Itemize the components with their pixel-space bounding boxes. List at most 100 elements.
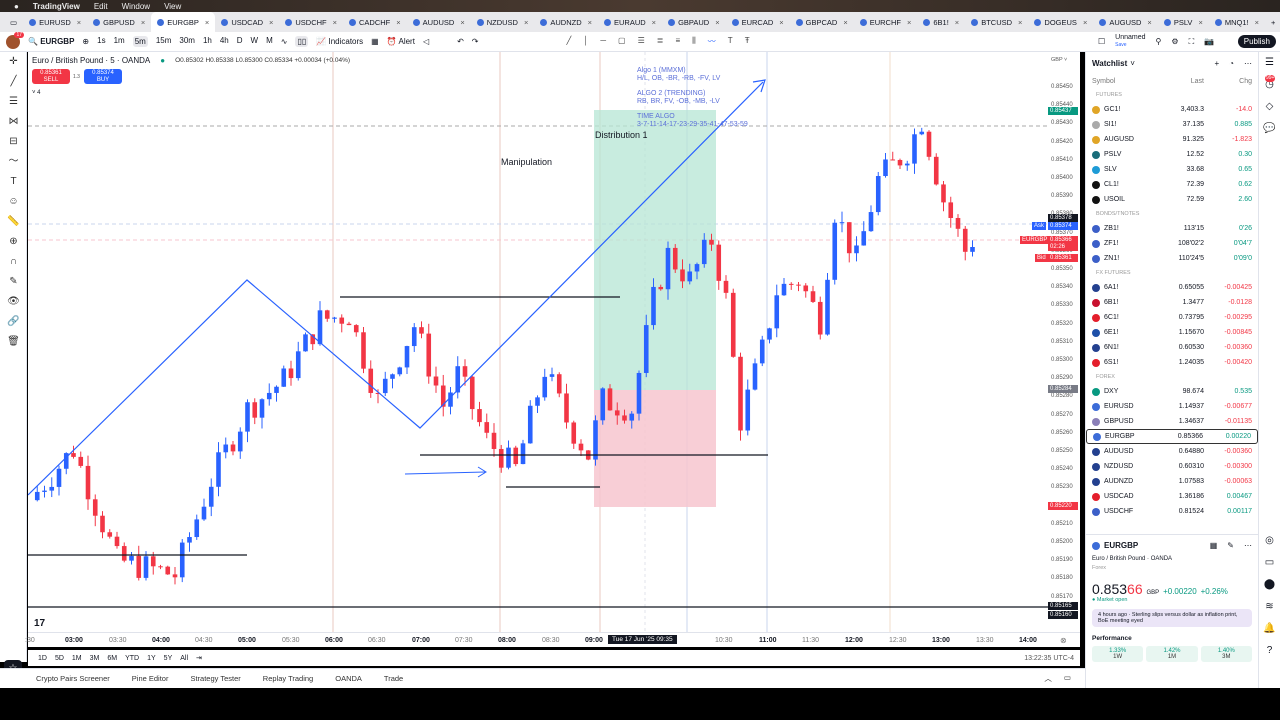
horizontal-ray-icon[interactable]: ─ xyxy=(600,36,606,47)
watchlist-row[interactable]: 6C1! 0.73795 -0.00295 xyxy=(1086,310,1258,325)
avatar[interactable]: 17 xyxy=(6,31,24,49)
alerts-bell-icon[interactable]: 🔔 xyxy=(1259,618,1280,640)
goto-date-icon[interactable]: ⇥ xyxy=(196,654,202,662)
close-icon[interactable]: × xyxy=(843,18,847,27)
watchlist-row[interactable]: CL1! 72.39 0.62 xyxy=(1086,177,1258,192)
close-icon[interactable]: × xyxy=(1083,18,1087,27)
watchlist-row[interactable]: 6B1! 1.3477 -0.0128 xyxy=(1086,295,1258,310)
watchlist-row[interactable]: GC1! 3,403.3 -14.0 xyxy=(1086,102,1258,117)
watchlist-section-header[interactable]: FOREX xyxy=(1086,370,1258,384)
watchlist-row[interactable]: ZF1! 108'02'2 0'04'7 xyxy=(1086,236,1258,251)
pencil-lock-icon[interactable]: ✎ xyxy=(0,272,27,292)
close-icon[interactable]: × xyxy=(396,18,400,27)
symbol-search[interactable]: 🔍 EURGBP xyxy=(28,37,74,46)
tab-cadchf[interactable]: CADCHF × xyxy=(343,12,407,32)
help-icon[interactable]: ? xyxy=(1259,640,1280,662)
tab-usdcad[interactable]: USDCAD × xyxy=(215,12,279,32)
apple-icon[interactable]: ● xyxy=(14,2,19,11)
ideas-icon[interactable]: ◷ 99+ xyxy=(1259,74,1280,96)
watchlist-row[interactable]: 6S1! 1.24035 -0.00420 xyxy=(1086,355,1258,370)
close-icon[interactable]: × xyxy=(1198,18,1202,27)
zoom-icon[interactable]: ⊕ xyxy=(0,232,27,252)
add-symbol-icon[interactable]: + xyxy=(1214,59,1219,68)
undo-icon[interactable]: ↶ xyxy=(457,37,464,46)
bottom-tab-pine-editor[interactable]: Pine Editor xyxy=(132,674,169,683)
chart-canvas[interactable] xyxy=(28,52,1078,632)
interval-M[interactable]: M xyxy=(266,36,273,47)
watchlist-row[interactable]: USDCAD 1.36186 0.00467 xyxy=(1086,489,1258,504)
note-icon[interactable]: Ŧ xyxy=(745,36,750,47)
watchlist-row[interactable]: DXY 98.674 0.535 xyxy=(1086,384,1258,399)
new-tab-button[interactable]: + xyxy=(1265,12,1280,32)
tab-pslv[interactable]: PSLV × xyxy=(1158,12,1209,32)
watchlist-row[interactable]: 6N1! 0.60530 -0.00360 xyxy=(1086,340,1258,355)
edit-icon[interactable]: ✎ xyxy=(1227,541,1234,550)
range-1d[interactable]: 1D xyxy=(38,655,47,662)
chart-pie-icon[interactable]: ◔ xyxy=(1229,59,1234,68)
watchlist-row[interactable]: 6A1! 0.65055 -0.00425 xyxy=(1086,280,1258,295)
indicators-button[interactable]: 📈 Indicators xyxy=(316,37,363,46)
range-icon[interactable]: ⫼ xyxy=(692,36,696,47)
menu-view[interactable]: View xyxy=(164,2,181,11)
trash-icon[interactable]: 🗑 xyxy=(0,332,27,352)
close-icon[interactable]: × xyxy=(1147,18,1151,27)
magnet-icon[interactable]: ∩ xyxy=(0,252,27,272)
chat-icon[interactable]: 💬 xyxy=(1259,118,1280,140)
emoji-icon[interactable]: ☺ xyxy=(0,192,27,212)
tab-euraud[interactable]: EURAUD × xyxy=(598,12,662,32)
bottom-tab-trade[interactable]: Trade xyxy=(384,674,403,683)
vertical-line-icon[interactable]: │ xyxy=(583,36,588,47)
tab-gbpcad[interactable]: GBPCAD × xyxy=(790,12,854,32)
camera-icon[interactable]: 📷 xyxy=(1204,37,1214,46)
maximize-panel-icon[interactable]: ▭ xyxy=(1064,673,1071,684)
watchlist-row[interactable]: ZN1! 110'24'5 0'09'0 xyxy=(1086,251,1258,266)
channel-icon[interactable]: ≣ xyxy=(657,36,664,47)
feed-icon[interactable]: ≋ xyxy=(1259,596,1280,618)
grid-icon[interactable]: ▦ xyxy=(1210,541,1218,550)
settings-icon[interactable]: ⚙ xyxy=(1171,37,1178,46)
pattern-icon[interactable]: ⋈ xyxy=(0,112,27,132)
apps-grid-icon[interactable]: ⬤ xyxy=(1259,574,1280,596)
range-5y[interactable]: 5Y xyxy=(164,655,173,662)
close-icon[interactable]: × xyxy=(955,18,959,27)
bottom-tab-replay-trading[interactable]: Replay Trading xyxy=(263,674,313,683)
performance-tile[interactable]: 1.40% 3M xyxy=(1200,646,1252,662)
path-icon[interactable]: 〰 xyxy=(708,36,716,47)
watchlist-row[interactable]: PSLV 12.52 0.30 xyxy=(1086,147,1258,162)
replay-icon[interactable]: ◁ xyxy=(423,37,429,46)
range-all[interactable]: All xyxy=(180,655,188,662)
close-icon[interactable]: × xyxy=(1255,18,1259,27)
publish-button[interactable]: Publish xyxy=(1237,35,1276,48)
bottom-tab-strategy-tester[interactable]: Strategy Tester xyxy=(190,674,240,683)
range-1m[interactable]: 1M xyxy=(72,655,82,662)
bottom-tab-crypto-pairs-screener[interactable]: Crypto Pairs Screener xyxy=(36,674,110,683)
watchlist-row[interactable]: 6E1! 1.15670 -0.00845 xyxy=(1086,325,1258,340)
watchlist-section-header[interactable]: BONDS/TNOTES xyxy=(1086,207,1258,221)
close-icon[interactable]: × xyxy=(715,18,719,27)
watchlist-row[interactable]: EURGBP 0.85366 0.00220 xyxy=(1086,429,1258,444)
detail-name[interactable]: Euro / British Pound · OANDA xyxy=(1092,556,1252,562)
close-icon[interactable]: × xyxy=(460,18,464,27)
tab-eurusd[interactable]: EURUSD × xyxy=(23,12,87,32)
interval-1s[interactable]: 1s xyxy=(97,36,105,47)
watchlist-row[interactable]: AUDUSD 0.64880 -0.00360 xyxy=(1086,444,1258,459)
close-icon[interactable]: × xyxy=(652,18,656,27)
menu-edit[interactable]: Edit xyxy=(94,2,108,11)
tab-6b1[interactable]: 6B1! × xyxy=(917,12,965,32)
tab-gbpusd[interactable]: GBPUSD × xyxy=(87,12,151,32)
tab-dogeus[interactable]: DOGEUS × xyxy=(1028,12,1093,32)
close-icon[interactable]: × xyxy=(141,18,145,27)
interval-4h[interactable]: 4h xyxy=(220,36,229,47)
close-icon[interactable]: × xyxy=(779,18,783,27)
tab-audusd[interactable]: AUDUSD × xyxy=(407,12,471,32)
close-icon[interactable]: × xyxy=(333,18,337,27)
chart-pane[interactable]: Euro / British Pound · 5 · OANDA ● O0.85… xyxy=(28,52,1078,632)
symbol-title[interactable]: Euro / British Pound · 5 · OANDA xyxy=(32,56,150,65)
watchlist-row[interactable]: USOIL 72.59 2.60 xyxy=(1086,192,1258,207)
tab-audnzd[interactable]: AUDNZD × xyxy=(534,12,598,32)
sell-button[interactable]: 0.85361 SELL xyxy=(32,69,70,84)
candles-icon[interactable]: ▯▯ xyxy=(295,36,309,47)
ruler-icon[interactable]: 📏 xyxy=(0,212,27,232)
watchlist-row[interactable]: SI1! 37.135 0.885 xyxy=(1086,117,1258,132)
close-icon[interactable]: × xyxy=(524,18,528,27)
